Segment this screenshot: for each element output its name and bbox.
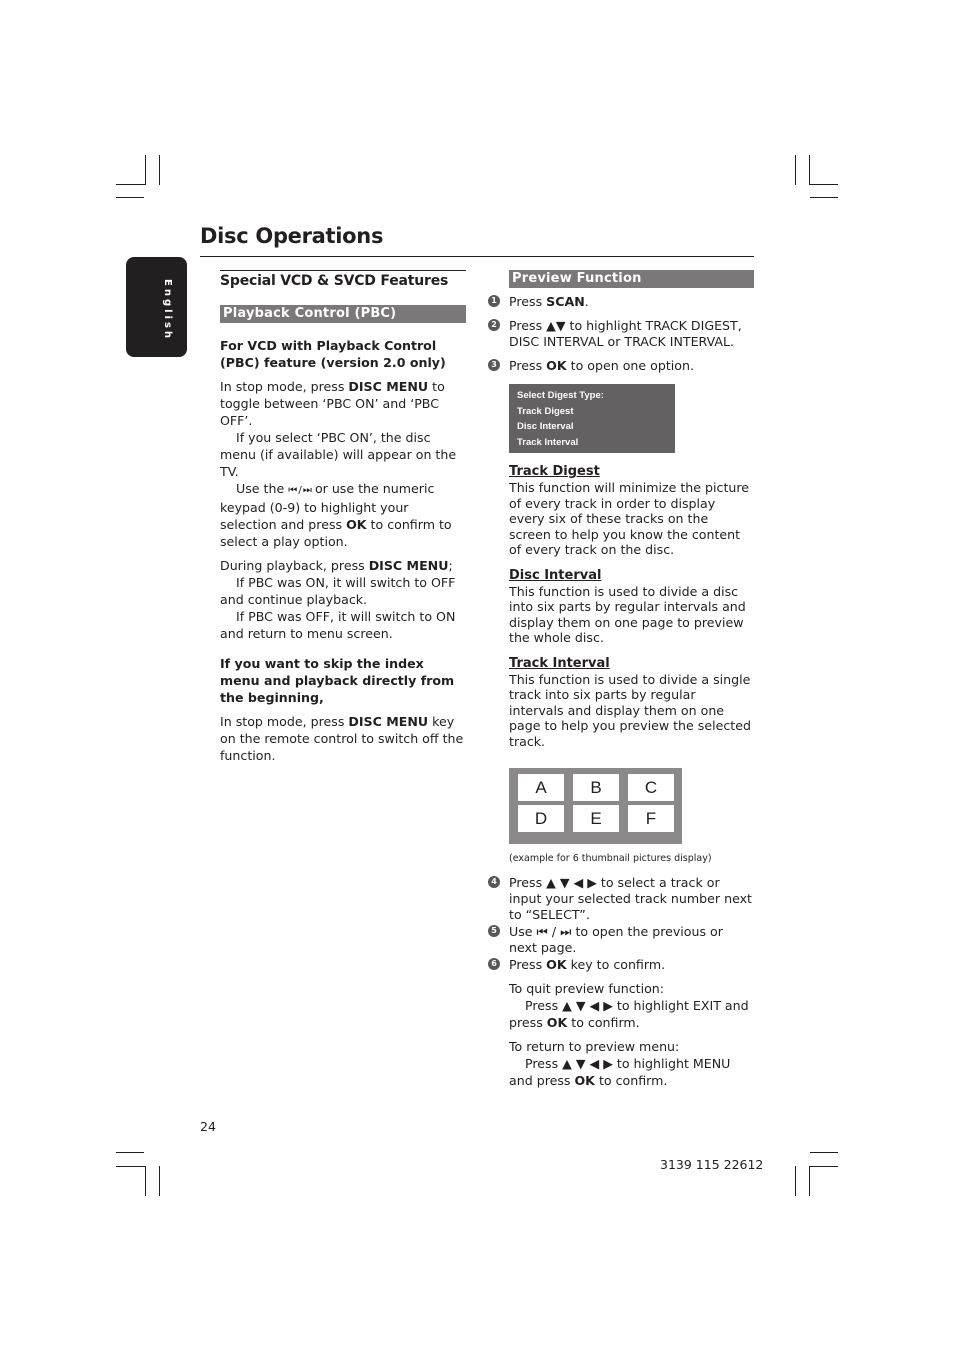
step-key: SCAN <box>546 294 585 309</box>
mode-track-interval: Track Interval This function is used to … <box>509 656 754 750</box>
mode-title: Track Digest <box>509 464 600 479</box>
step-number-icon: 5 <box>488 925 500 937</box>
step-text: Press <box>509 294 547 309</box>
left-column: Special VCD & SVCD Features Playback Con… <box>220 270 466 764</box>
osd-digest-menu: Select Digest Type: Track Digest Disc In… <box>509 384 675 453</box>
text: In stop mode, press <box>220 714 349 729</box>
quit-instruction: Press ▲ ▼ ◀ ▶ to highlight EXIT and pres… <box>509 997 754 1031</box>
step-number-icon: 2 <box>488 319 500 331</box>
osd-header: Select Digest Type: <box>517 390 604 401</box>
osd-item-disc-interval: Disc Interval <box>517 421 574 432</box>
document-code: 3139 115 22612 <box>660 1157 764 1172</box>
subsection-title: Playback Control (PBC) <box>220 305 466 323</box>
step-text: key to confirm. <box>566 957 666 972</box>
step-text: Use ⏮ / ⏭ to open the previous or next p… <box>509 924 723 955</box>
step-item: 5 Use ⏮ / ⏭ to open the previous or next … <box>488 924 754 956</box>
pbc-intro: For VCD with Playback Control (PBC) feat… <box>220 338 446 370</box>
thumbnail: B <box>573 774 619 801</box>
thumbnail-caption: (example for 6 thumbnail pictures displa… <box>509 853 712 864</box>
step-number-icon: 6 <box>488 958 500 970</box>
step-number-icon: 1 <box>488 295 500 307</box>
steps-list: 4 Press ▲ ▼ ◀ ▶ to select a track or inpu… <box>488 875 754 973</box>
quit-label: To quit preview function: <box>509 981 665 996</box>
step-text: Press ▲▼ to highlight TRACK DIGEST, DISC… <box>509 318 742 349</box>
return-label: To return to preview menu: <box>509 1039 680 1054</box>
osd-item-track-interval: Track Interval <box>517 436 579 448</box>
return-instruction: Press ▲ ▼ ◀ ▶ to highlight MENU and pres… <box>509 1055 754 1089</box>
key-disc-menu: DISC MENU <box>368 558 449 573</box>
return-preview: To return to preview menu: Press ▲ ▼ ◀ ▶… <box>509 1038 754 1089</box>
text: During playback, press <box>220 558 369 573</box>
step-item: 2 Press ▲▼ to highlight TRACK DIGEST, DIS… <box>488 318 754 350</box>
mode-description: This function is used to divide a single… <box>509 671 751 749</box>
mode-description: This function is used to divide a disc i… <box>509 583 746 646</box>
step-text: . <box>584 294 589 309</box>
key-ok: OK <box>546 1015 568 1030</box>
step-text: Press <box>509 957 547 972</box>
text: ; <box>448 558 453 573</box>
mode-title: Disc Interval <box>509 567 602 583</box>
mode-track-digest: Track Digest This function will minimize… <box>509 464 754 558</box>
step-item: 4 Press ▲ ▼ ◀ ▶ to select a track or inpu… <box>488 875 754 923</box>
key-disc-menu: DISC MENU <box>348 714 429 729</box>
step-text: Press <box>509 358 547 373</box>
note-pbc-was-off: If PBC was OFF, it will switch to ON and… <box>220 609 456 641</box>
thumbnail: C <box>628 774 674 801</box>
step-text: to open one option. <box>566 358 694 373</box>
thumbnail: F <box>628 805 674 832</box>
steps-list: 1 Press SCAN. 2 Press ▲▼ to highlight TRACK… <box>488 294 754 374</box>
quit-preview: To quit preview function: Press ▲ ▼ ◀ ▶ … <box>509 980 754 1031</box>
step-key: OK <box>546 358 567 373</box>
step-text: Press ▲ ▼ ◀ ▶ to select a track or input… <box>509 875 752 922</box>
text: In stop mode, press <box>220 379 349 394</box>
language-tab: English <box>126 257 187 357</box>
page-title: Disc Operations <box>200 224 384 248</box>
right-column: Preview Function 1 Press SCAN. 2 Press ▲▼ t… <box>488 270 754 1089</box>
thumbnail: E <box>573 805 619 832</box>
thumbnail: D <box>518 805 564 832</box>
language-label: English <box>162 279 173 342</box>
text: to confirm. <box>567 1015 640 1030</box>
osd-item-track-digest: Track Digest <box>517 405 574 417</box>
paragraph-stop-mode: In stop mode, press DISC MENU to toggle … <box>220 378 466 429</box>
paragraph-during-playback: During playback, press DISC MENU; <box>220 557 466 574</box>
skip-menu-heading: If you want to skip the index menu and p… <box>220 656 455 705</box>
title-divider <box>200 256 754 257</box>
key-ok: OK <box>346 517 367 532</box>
prev-next-icon: ⏮ / ⏭ <box>288 485 312 496</box>
step-number-icon: 3 <box>488 359 500 371</box>
key-ok: OK <box>574 1073 595 1088</box>
step-item: 3 Press OK to open one option. <box>488 358 754 374</box>
note-pbc-was-on: If PBC was ON, it will switch to OFF and… <box>220 575 456 607</box>
preview-function-title: Preview Function <box>509 270 754 288</box>
text: to confirm. <box>594 1073 668 1088</box>
paragraph-skip-menu: In stop mode, press DISC MENU key on the… <box>220 713 466 764</box>
page-number: 24 <box>200 1119 216 1134</box>
text: Use the <box>236 481 289 496</box>
section-divider <box>220 270 466 271</box>
step-number-icon: 4 <box>488 876 500 888</box>
note-pbc-on: If you select ‘PBC ON’, the disc menu (i… <box>220 430 457 479</box>
thumbnail-grid: A B C D E F <box>509 768 682 844</box>
thumbnail: A <box>518 774 564 801</box>
note-navigation: Use the ⏮ / ⏭ or use the numeric keypad … <box>220 480 466 550</box>
mode-description: This function will minimize the picture … <box>509 480 750 557</box>
section-title: Special VCD & SVCD Features <box>220 273 449 289</box>
step-key: OK <box>546 957 567 972</box>
mode-disc-interval: Disc Interval This function is used to d… <box>509 568 754 646</box>
step-item: 6 Press OK key to confirm. <box>488 957 754 973</box>
mode-title: Track Interval <box>509 655 610 671</box>
step-item: 1 Press SCAN. <box>488 294 754 310</box>
key-disc-menu: DISC MENU <box>348 379 429 394</box>
